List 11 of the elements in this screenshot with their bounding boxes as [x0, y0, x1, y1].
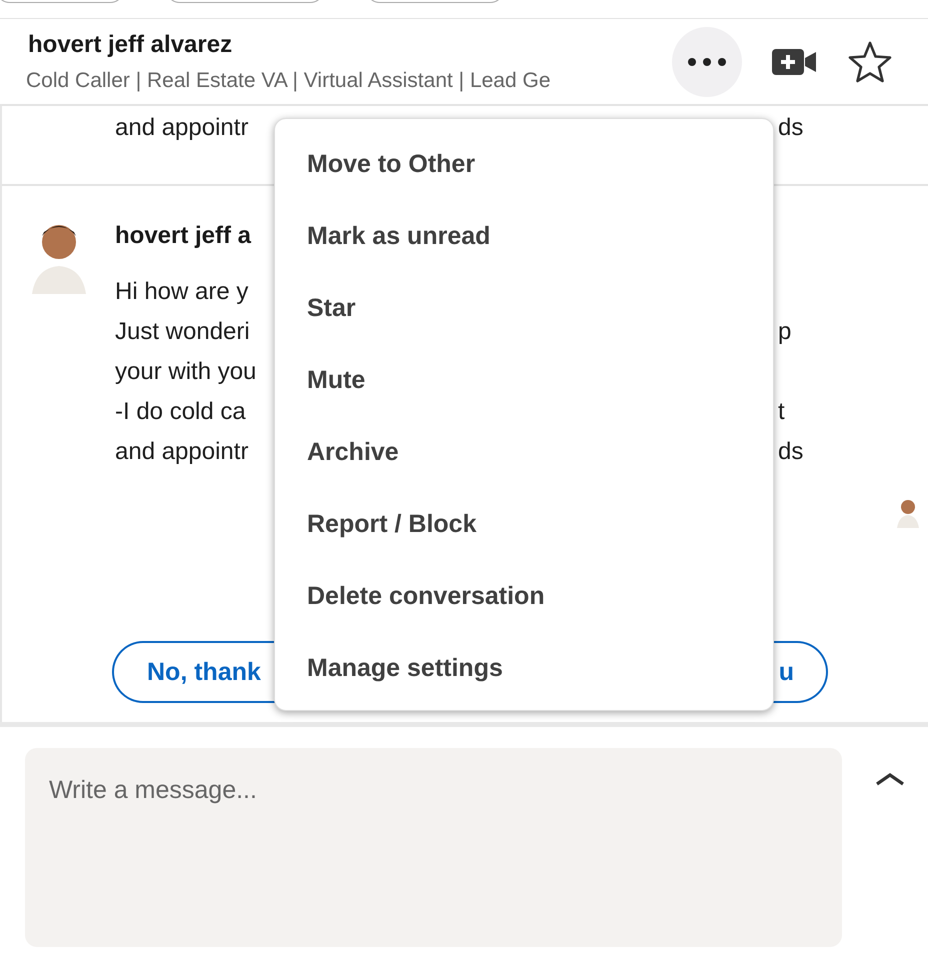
message-text: and appointr [115, 113, 248, 143]
message-text: your with you [115, 357, 256, 387]
message-text: ds [778, 113, 804, 143]
message-text: t [778, 397, 785, 427]
message-text: p [778, 317, 792, 347]
message-text: and appointr [115, 437, 248, 467]
contact-headline: Cold Caller | Real Estate VA | Virtual Assistant | Lead Ge [26, 68, 552, 92]
message-text: Hi how are y [115, 277, 248, 307]
message-text: -I do cold ca [115, 397, 246, 427]
message-text: Just wonderi [115, 317, 250, 347]
message-text: ds [778, 437, 804, 467]
